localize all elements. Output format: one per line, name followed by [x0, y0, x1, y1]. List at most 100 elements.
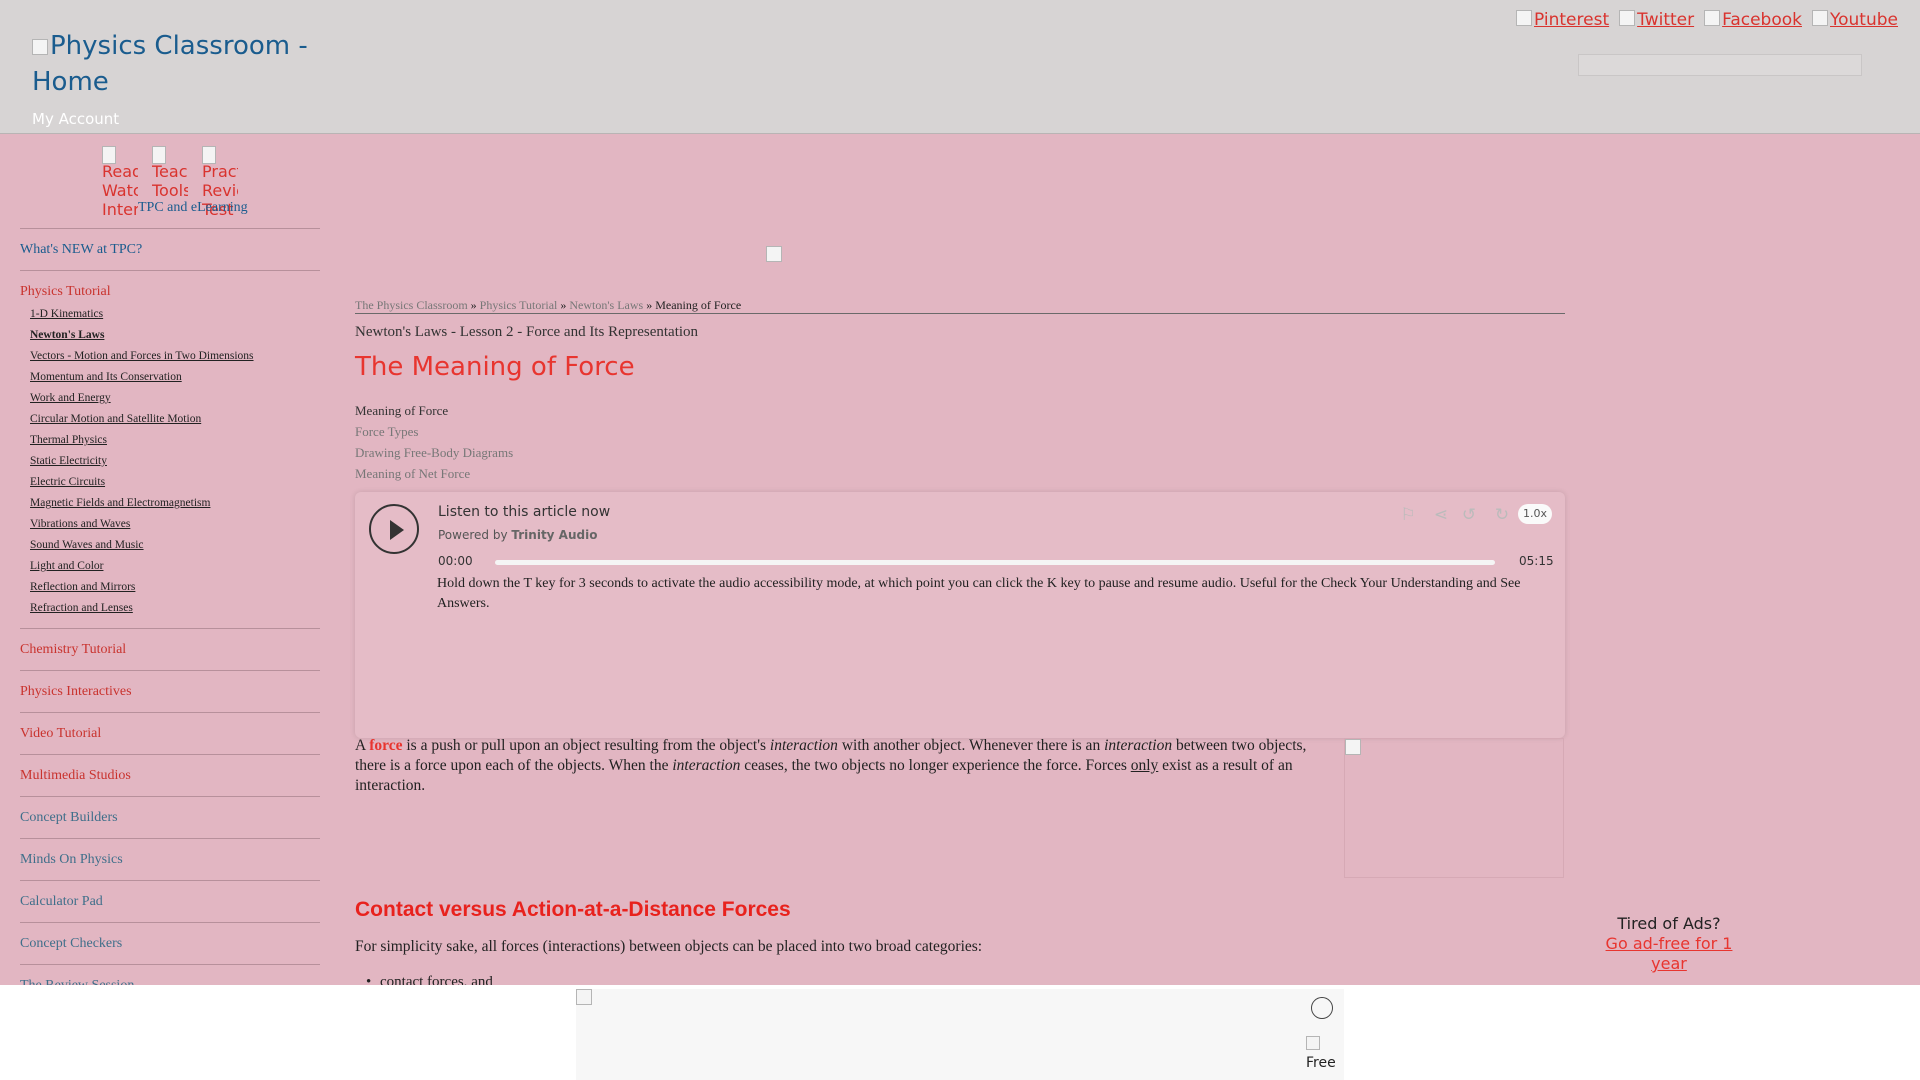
- read-watch-interact-link[interactable]: Read Watch Interact: [102, 146, 138, 216]
- current-time: 00:00: [438, 554, 473, 568]
- ad-free-promo: Tired of Ads? Go ad-free for 1 year: [1598, 914, 1740, 974]
- ad-badge[interactable]: Free: [1306, 1036, 1336, 1076]
- breadcrumb-separator: »: [470, 298, 477, 312]
- broken-image-icon: [152, 146, 166, 164]
- go-ad-free-link[interactable]: Go ad-free for 1 year: [1606, 934, 1733, 973]
- tutorial-link[interactable]: Static Electricity: [30, 455, 107, 467]
- translate-icon[interactable]: ⚐: [1397, 504, 1419, 526]
- tutorial-link[interactable]: Circular Motion and Satellite Motion: [30, 413, 201, 425]
- list-item: Light and Color: [30, 556, 254, 577]
- social-links: Pinterest Twitter Facebook Youtube: [1516, 10, 1898, 30]
- tutorial-link-current[interactable]: Newton's Laws: [30, 329, 104, 341]
- toc-link[interactable]: Meaning of Net Force: [355, 466, 470, 481]
- broken-image-icon: [1345, 739, 1361, 755]
- list-item: Magnetic Fields and Electromagnetism: [30, 493, 254, 514]
- list-item: Drawing Free-Body Diagrams: [355, 442, 513, 463]
- logo-alt-text: Physics Classroom - Home: [32, 31, 308, 97]
- multimedia-studios-link[interactable]: Multimedia Studios: [20, 768, 131, 784]
- facebook-link[interactable]: Facebook: [1704, 10, 1802, 30]
- toc-link[interactable]: Force Types: [355, 424, 418, 439]
- breadcrumb-link[interactable]: Newton's Laws: [569, 298, 643, 312]
- concept-checkers-link[interactable]: Concept Checkers: [20, 936, 122, 952]
- search-input[interactable]: [1578, 54, 1862, 76]
- duration: 05:15: [1519, 554, 1554, 568]
- divider: [20, 838, 320, 839]
- ad-banner[interactable]: Free: [576, 989, 1344, 1080]
- tutorial-list: 1-D Kinematics Newton's Laws Vectors - M…: [30, 304, 254, 619]
- tutorial-link[interactable]: Electric Circuits: [30, 476, 105, 488]
- audio-player: Listen to this article now Powered by Tr…: [355, 492, 1565, 738]
- broken-image-icon: [1812, 10, 1828, 26]
- youtube-link[interactable]: Youtube: [1812, 10, 1898, 30]
- keyword-force: force: [369, 737, 403, 754]
- list-item: Meaning of Force: [355, 400, 513, 421]
- physics-tutorial-link[interactable]: Physics Tutorial: [20, 284, 111, 300]
- forward-icon[interactable]: ↻: [1491, 504, 1513, 526]
- pinterest-link[interactable]: Pinterest: [1516, 10, 1609, 30]
- broken-image-icon: [576, 989, 592, 1005]
- speed-button[interactable]: 1.0x: [1518, 504, 1552, 524]
- tutorial-link[interactable]: Vibrations and Waves: [30, 518, 130, 530]
- calculator-pad-link[interactable]: Calculator Pad: [20, 894, 103, 910]
- page-title: The Meaning of Force: [355, 352, 635, 382]
- rewind-icon[interactable]: ↺: [1458, 504, 1480, 526]
- tpc-elearning-link[interactable]: TPC and eLearning: [138, 200, 248, 216]
- chemistry-tutorial-link[interactable]: Chemistry Tutorial: [20, 642, 126, 658]
- powered-by: Powered by Trinity Audio: [438, 528, 598, 542]
- divider: [20, 880, 320, 881]
- breadcrumb-link[interactable]: The Physics Classroom: [355, 298, 468, 312]
- play-icon[interactable]: [369, 504, 419, 554]
- categories-paragraph: For simplicity sake, all forces (interac…: [355, 938, 983, 955]
- breadcrumb-separator: »: [646, 298, 653, 312]
- tutorial-link[interactable]: 1-D Kinematics: [30, 308, 103, 320]
- breadcrumb: The Physics Classroom » Physics Tutorial…: [355, 298, 1565, 314]
- concept-builders-link[interactable]: Concept Builders: [20, 810, 118, 826]
- tired-of-ads-text: Tired of Ads?: [1617, 914, 1721, 933]
- player-title: Listen to this article now: [438, 504, 611, 520]
- list-item: 1-D Kinematics: [30, 304, 254, 325]
- home-logo-link[interactable]: Physics Classroom - Home: [32, 28, 312, 100]
- divider: [20, 754, 320, 755]
- share-icon[interactable]: ⋖: [1430, 504, 1452, 526]
- tutorial-link[interactable]: Momentum and Its Conservation: [30, 371, 182, 383]
- tutorial-link[interactable]: Vectors - Motion and Forces in Two Dimen…: [30, 350, 254, 362]
- physics-interactives-link[interactable]: Physics Interactives: [20, 684, 132, 700]
- list-item: Thermal Physics: [30, 430, 254, 451]
- list-item: Electric Circuits: [30, 472, 254, 493]
- tutorial-link[interactable]: Reflection and Mirrors: [30, 581, 135, 593]
- my-account-link[interactable]: My Account: [32, 110, 119, 128]
- site-header: Physics Classroom - Home My Account Pint…: [0, 0, 1920, 134]
- divider: [20, 712, 320, 713]
- minds-on-physics-link[interactable]: Minds On Physics: [20, 852, 123, 868]
- list-item: Momentum and Its Conservation: [30, 367, 254, 388]
- broken-image-icon: [1516, 10, 1533, 26]
- tutorial-link[interactable]: Light and Color: [30, 560, 103, 572]
- accessibility-note: Hold down the T key for 3 seconds to act…: [437, 576, 1521, 611]
- progress-bar[interactable]: [495, 560, 1495, 565]
- broken-image-icon: [1704, 10, 1721, 26]
- divider: [20, 628, 320, 629]
- close-icon[interactable]: [1311, 997, 1333, 1019]
- divider: [20, 670, 320, 671]
- lesson-subtitle: Newton's Laws - Lesson 2 - Force and Its…: [355, 324, 699, 340]
- divider: [20, 964, 320, 965]
- tutorial-link[interactable]: Refraction and Lenses: [30, 602, 133, 614]
- video-tutorial-link[interactable]: Video Tutorial: [20, 726, 101, 742]
- broken-image-icon: [1619, 10, 1636, 26]
- section-heading: Contact versus Action-at-a-Distance Forc…: [355, 898, 791, 921]
- breadcrumb-current: Meaning of Force: [655, 298, 742, 312]
- tutorial-link[interactable]: Thermal Physics: [30, 434, 107, 446]
- intro-paragraph: A force is a push or pull upon an object…: [355, 737, 1307, 794]
- bottom-ad-bar: Free: [0, 985, 1920, 1080]
- toc-link-current[interactable]: Meaning of Force: [355, 403, 448, 418]
- provider-name: Trinity Audio: [511, 528, 598, 542]
- breadcrumb-separator: »: [560, 298, 567, 312]
- tutorial-link[interactable]: Magnetic Fields and Electromagnetism: [30, 497, 210, 509]
- toc-link[interactable]: Drawing Free-Body Diagrams: [355, 445, 513, 460]
- tutorial-link[interactable]: Work and Energy: [30, 392, 111, 404]
- twitter-link[interactable]: Twitter: [1619, 10, 1694, 30]
- breadcrumb-link[interactable]: Physics Tutorial: [480, 298, 558, 312]
- divider: [20, 796, 320, 797]
- whats-new-link[interactable]: What's NEW at TPC?: [20, 242, 142, 258]
- tutorial-link[interactable]: Sound Waves and Music: [30, 539, 144, 551]
